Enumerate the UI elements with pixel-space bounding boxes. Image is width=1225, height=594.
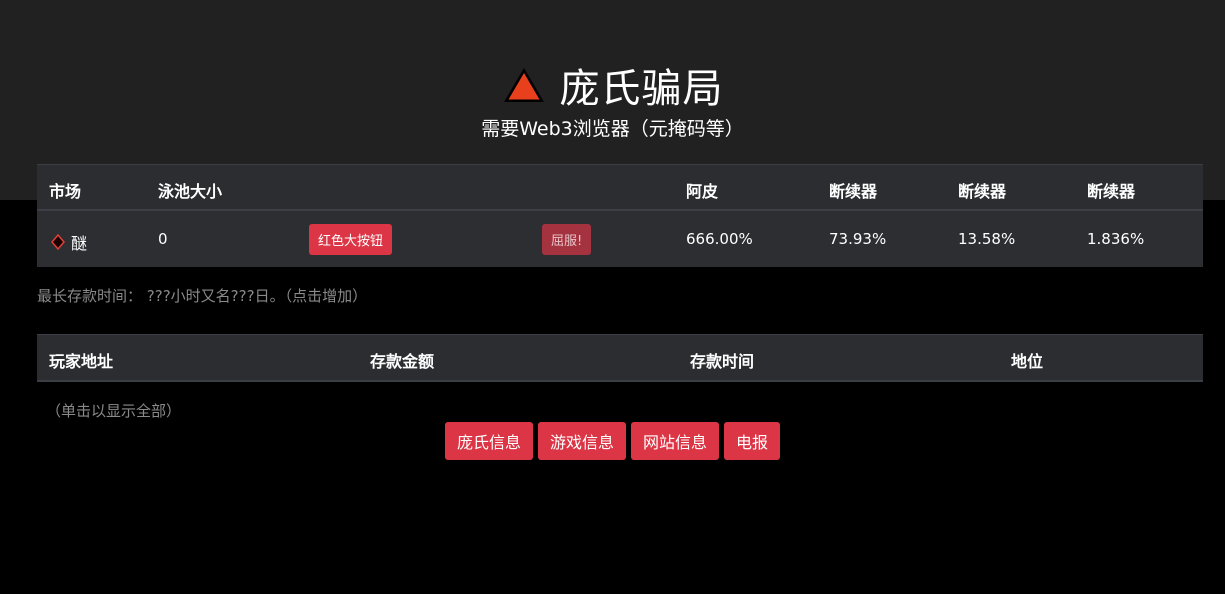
- site-info-button[interactable]: 网站信息: [631, 422, 720, 460]
- big-red-button[interactable]: 红色大按钮: [309, 224, 393, 255]
- breaker-1-value: 73.93%: [829, 230, 887, 248]
- player-table-header: 玩家地址 存款金额 存款时间 地位: [37, 334, 1203, 382]
- column-header-apy: 阿皮: [686, 182, 719, 201]
- column-header-status: 地位: [1011, 352, 1044, 371]
- diamond-icon: [51, 234, 65, 250]
- coin-name: 醚: [71, 234, 88, 253]
- column-header-player-address: 玩家地址: [49, 352, 114, 371]
- column-header-deposit-time: 存款时间: [690, 352, 755, 371]
- coin-cell: 醚: [51, 230, 87, 254]
- breaker-3-value: 1.836%: [1087, 230, 1145, 248]
- page-subtitle: 需要Web3浏览器（元掩码等）: [481, 118, 744, 140]
- pool-size-value: 0: [158, 230, 168, 248]
- column-header-pool-size: 泳池大小: [158, 182, 223, 201]
- column-header-deposit-amount: 存款金额: [370, 352, 435, 371]
- table-row: 醚 0 红色大按钮 屈服! 666.00% 73.93% 13.58% 1.83…: [37, 211, 1203, 267]
- apy-value: 666.00%: [686, 230, 753, 248]
- page-header: 庞氏骗局: [0, 56, 1225, 114]
- game-info-button[interactable]: 游戏信息: [537, 422, 626, 460]
- ponzi-info-button[interactable]: 庞氏信息: [444, 422, 533, 460]
- market-table: 市场 泳池大小 阿皮 断续器 断续器 断续器 醚 0 红色大按钮 屈服! 666…: [37, 164, 1203, 267]
- deposit-time-label: 最长存款时间：: [37, 287, 143, 305]
- column-header-breaker-1: 断续器: [829, 182, 878, 201]
- breaker-2-value: 13.58%: [958, 230, 1016, 248]
- surrender-button[interactable]: 屈服!: [542, 224, 592, 255]
- page-title: 庞氏骗局: [559, 66, 724, 112]
- column-header-breaker-2: 断续器: [958, 182, 1007, 201]
- column-header-market: 市场: [49, 182, 82, 201]
- market-table-header: 市场 泳池大小 阿皮 断续器 断续器 断续器: [37, 164, 1203, 211]
- show-all-link[interactable]: （单击以显示全部）: [46, 400, 181, 421]
- footer-button-bar: 庞氏信息 游戏信息 网站信息 电报: [0, 422, 1225, 460]
- telegram-button[interactable]: 电报: [724, 422, 781, 460]
- red-triangle-icon: [503, 68, 544, 102]
- deposit-time-value[interactable]: ???小时又名???日。（点击增加）: [147, 287, 367, 305]
- deposit-time-info[interactable]: 最长存款时间： ???小时又名???日。（点击增加）: [37, 285, 367, 306]
- column-header-breaker-3: 断续器: [1087, 182, 1136, 201]
